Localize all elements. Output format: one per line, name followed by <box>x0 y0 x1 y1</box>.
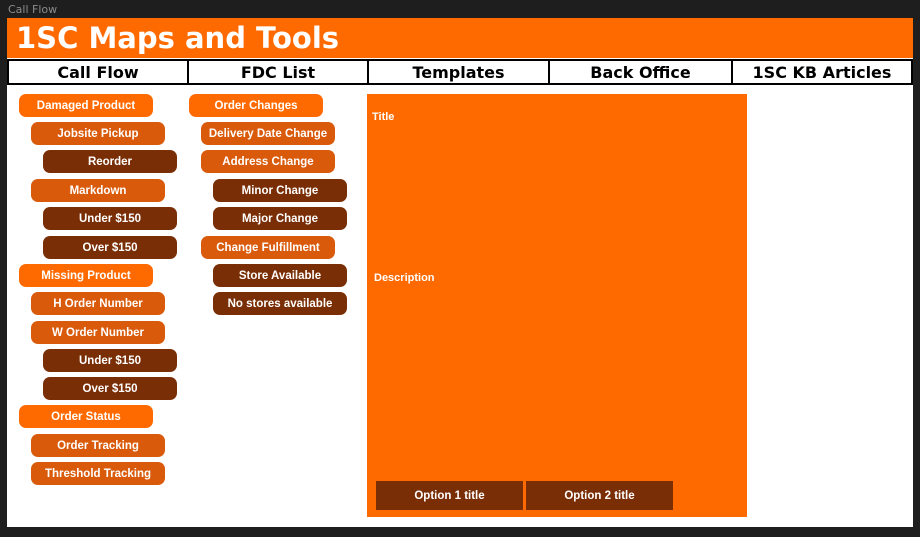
tab-call-flow[interactable]: Call Flow <box>7 61 187 83</box>
flow-markdown-under-150[interactable]: Under $150 <box>43 207 177 230</box>
fdc-minor-change[interactable]: Minor Change <box>213 179 347 202</box>
flow-order-status[interactable]: Order Status <box>19 405 153 428</box>
tab-fdc-list[interactable]: FDC List <box>187 61 367 83</box>
fdc-delivery-date-change[interactable]: Delivery Date Change <box>201 122 335 145</box>
flow-w-under-150[interactable]: Under $150 <box>43 349 177 372</box>
fdc-address-change[interactable]: Address Change <box>201 150 335 173</box>
flow-markdown-over-150[interactable]: Over $150 <box>43 236 177 259</box>
frame-label: Call Flow <box>8 3 58 16</box>
flow-w-over-150[interactable]: Over $150 <box>43 377 177 400</box>
panel-title: Title <box>372 111 395 123</box>
fdc-no-stores-available[interactable]: No stores available <box>213 292 347 315</box>
option-1-button[interactable]: Option 1 title <box>376 481 523 510</box>
fdc-change-fulfillment[interactable]: Change Fulfillment <box>201 236 335 259</box>
app-header: 1SC Maps and Tools <box>7 18 913 58</box>
flow-order-tracking[interactable]: Order Tracking <box>31 434 165 457</box>
tab-kb-articles[interactable]: 1SC KB Articles <box>731 61 913 83</box>
app-title: 1SC Maps and Tools <box>16 21 340 55</box>
flow-missing-product[interactable]: Missing Product <box>19 264 153 287</box>
panel-description: Description <box>374 272 435 284</box>
tab-templates[interactable]: Templates <box>367 61 548 83</box>
flow-damaged-product[interactable]: Damaged Product <box>19 94 153 117</box>
flow-w-order-number[interactable]: W Order Number <box>31 321 165 344</box>
flow-reorder[interactable]: Reorder <box>43 150 177 173</box>
tab-back-office[interactable]: Back Office <box>548 61 731 83</box>
flow-jobsite-pickup[interactable]: Jobsite Pickup <box>31 122 165 145</box>
option-2-button[interactable]: Option 2 title <box>526 481 673 510</box>
fdc-order-changes[interactable]: Order Changes <box>189 94 323 117</box>
fdc-major-change[interactable]: Major Change <box>213 207 347 230</box>
fdc-store-available[interactable]: Store Available <box>213 264 347 287</box>
app-canvas: 1SC Maps and Tools Call Flow FDC List Te… <box>7 18 913 527</box>
top-nav: Call Flow FDC List Templates Back Office… <box>7 59 913 85</box>
detail-panel: Title Description Option 1 title Option … <box>367 94 747 517</box>
flow-markdown[interactable]: Markdown <box>31 179 165 202</box>
flow-h-order-number[interactable]: H Order Number <box>31 292 165 315</box>
flow-threshold-tracking[interactable]: Threshold Tracking <box>31 462 165 485</box>
